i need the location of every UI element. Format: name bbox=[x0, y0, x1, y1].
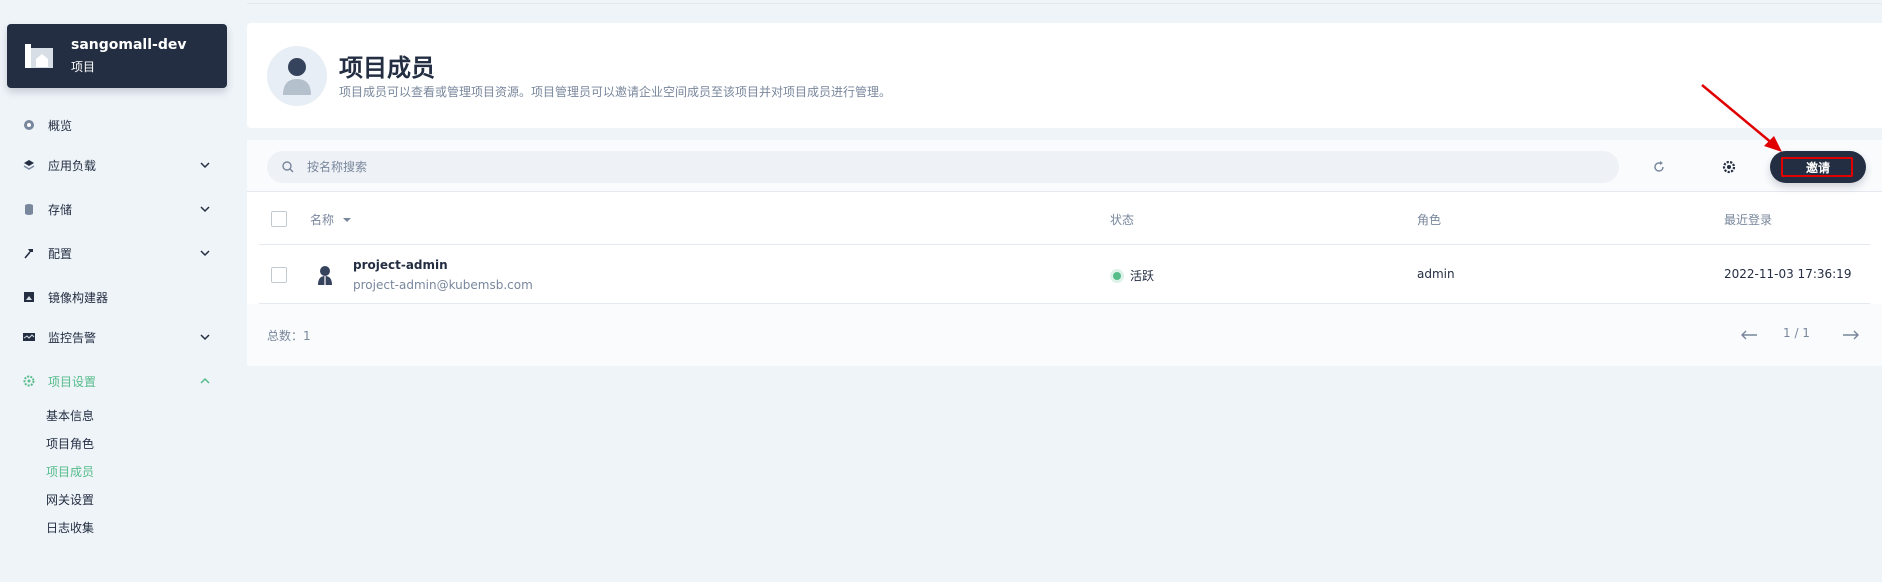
page-indicator: 1 / 1 bbox=[1783, 326, 1810, 340]
nav-workloads[interactable]: 应用负载 bbox=[22, 153, 212, 177]
total-count: 总数：1 bbox=[267, 329, 311, 343]
monitor-icon bbox=[22, 330, 36, 344]
page-description: 项目成员可以查看或管理项目资源。项目管理员可以邀请企业空间成员至该项目并对项目成… bbox=[339, 85, 892, 99]
member-name[interactable]: project-admin bbox=[353, 258, 448, 272]
column-status: 状态 bbox=[1110, 213, 1135, 227]
settings-gear-icon[interactable] bbox=[1719, 157, 1739, 177]
gear-icon bbox=[22, 374, 36, 388]
top-divider bbox=[247, 3, 1882, 4]
project-name: sangomall-dev bbox=[71, 37, 187, 53]
nav-overview-label: 概览 bbox=[48, 118, 73, 133]
member-email: project-admin@kubemsb.com bbox=[353, 278, 533, 292]
hammer-icon bbox=[22, 246, 36, 260]
refresh-icon[interactable] bbox=[1649, 157, 1669, 177]
user-avatar-icon bbox=[318, 266, 332, 285]
toolbar: 邀请 bbox=[247, 140, 1882, 192]
project-type: 项目 bbox=[71, 60, 96, 74]
table-header: 名称 状态 角色 最近登录 bbox=[259, 193, 1870, 245]
nav-config[interactable]: 配置 bbox=[22, 241, 212, 265]
nav-image-builder[interactable]: 镜像构建器 bbox=[22, 285, 212, 309]
sort-caret-icon bbox=[342, 218, 351, 222]
status-dot bbox=[1113, 272, 1121, 280]
page-header: 项目成员 项目成员可以查看或管理项目资源。项目管理员可以邀请企业空间成员至该项目… bbox=[247, 23, 1882, 128]
chevron-down-icon bbox=[200, 162, 210, 169]
nav-project-settings-label: 项目设置 bbox=[48, 374, 97, 389]
invite-button[interactable]: 邀请 bbox=[1770, 151, 1866, 183]
nav-config-label: 配置 bbox=[48, 246, 73, 261]
database-icon bbox=[22, 202, 36, 216]
nav-storage[interactable]: 存储 bbox=[22, 197, 212, 221]
invite-button-label: 邀请 bbox=[1805, 160, 1830, 175]
table-footer: 总数：1 1 / 1 bbox=[247, 304, 1882, 366]
layers-icon bbox=[22, 158, 36, 172]
sub-item-project-members[interactable]: 项目成员 bbox=[46, 463, 94, 481]
member-last-login: 2022-11-03 17:36:19 bbox=[1724, 267, 1852, 281]
chevron-up-icon bbox=[200, 377, 210, 384]
column-role: 角色 bbox=[1417, 213, 1442, 227]
nav-project-settings[interactable]: 项目设置 bbox=[22, 369, 212, 393]
table-row[interactable]: project-admin project-admin@kubemsb.com … bbox=[259, 246, 1870, 304]
sidebar: sangomall-dev 项目 概览 应用负载 存储 配置 镜像构建器 监控告… bbox=[0, 0, 236, 582]
chevron-down-icon bbox=[200, 334, 210, 341]
prev-page-arrow-icon[interactable] bbox=[1740, 328, 1758, 342]
page-title: 项目成员 bbox=[339, 54, 435, 82]
sub-item-project-roles[interactable]: 项目角色 bbox=[46, 435, 94, 453]
member-role: admin bbox=[1417, 267, 1455, 281]
sub-item-gateway-settings[interactable]: 网关设置 bbox=[46, 491, 94, 509]
row-checkbox[interactable] bbox=[271, 267, 287, 283]
dashboard-icon bbox=[22, 118, 36, 132]
nav-overview[interactable]: 概览 bbox=[22, 113, 212, 137]
sub-item-log-collection[interactable]: 日志收集 bbox=[46, 519, 94, 537]
search-input[interactable] bbox=[307, 151, 1607, 183]
nav-storage-label: 存储 bbox=[48, 202, 73, 217]
image-builder-icon bbox=[22, 290, 36, 304]
next-page-arrow-icon[interactable] bbox=[1842, 328, 1860, 342]
search-icon bbox=[282, 161, 294, 173]
members-icon bbox=[267, 46, 327, 106]
chevron-down-icon bbox=[200, 250, 210, 257]
column-name-label: 名称 bbox=[310, 213, 335, 227]
select-all-checkbox[interactable] bbox=[271, 211, 287, 227]
column-last-login: 最近登录 bbox=[1724, 213, 1773, 227]
member-status: 活跃 bbox=[1130, 269, 1155, 283]
project-icon bbox=[25, 44, 53, 68]
project-switcher[interactable]: sangomall-dev 项目 bbox=[7, 24, 227, 88]
nav-workloads-label: 应用负载 bbox=[48, 158, 97, 173]
members-table-card: 邀请 名称 状态 角色 最近登录 project-admin project-a… bbox=[247, 140, 1882, 366]
nav-monitoring-label: 监控告警 bbox=[48, 330, 97, 345]
nav-image-builder-label: 镜像构建器 bbox=[48, 290, 109, 305]
chevron-down-icon bbox=[200, 206, 210, 213]
column-name[interactable]: 名称 bbox=[310, 211, 352, 228]
sub-item-basic-info[interactable]: 基本信息 bbox=[46, 407, 94, 425]
nav-monitoring[interactable]: 监控告警 bbox=[22, 325, 212, 349]
